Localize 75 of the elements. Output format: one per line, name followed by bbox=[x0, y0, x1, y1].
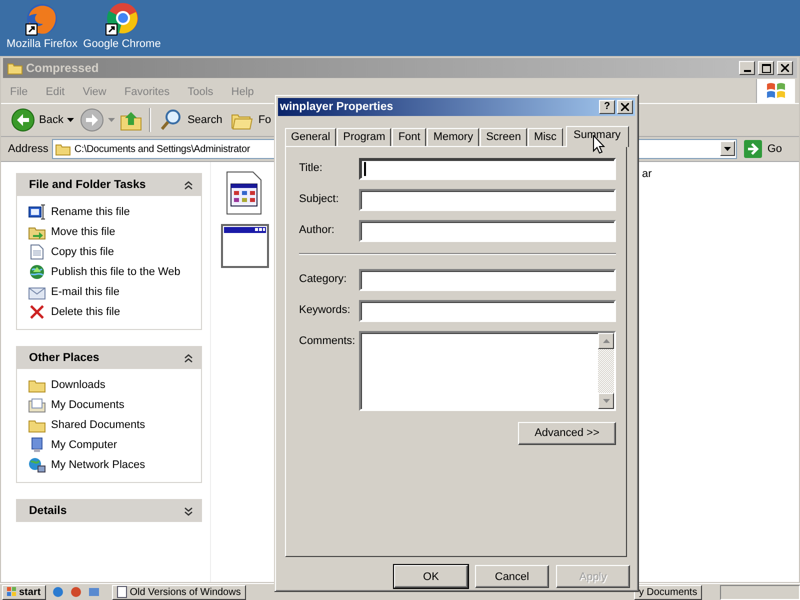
fox-globe-icon bbox=[25, 2, 59, 36]
task-link[interactable]: Downloads bbox=[51, 379, 106, 391]
folder-documents-icon bbox=[28, 397, 46, 413]
task-link[interactable]: Move this file bbox=[51, 226, 116, 238]
tab[interactable]: Misc bbox=[528, 128, 563, 146]
tab[interactable]: General bbox=[285, 128, 336, 146]
desktop-icon-label[interactable]: Mozilla Firefox bbox=[6, 38, 78, 50]
input-field[interactable] bbox=[359, 220, 616, 242]
task-link[interactable]: Delete this file bbox=[51, 306, 120, 318]
field-label: Comments: bbox=[299, 334, 356, 347]
address-label: Address bbox=[8, 143, 48, 155]
search-button[interactable]: Search bbox=[157, 106, 224, 134]
input-field[interactable] bbox=[359, 268, 616, 291]
close-button[interactable] bbox=[617, 100, 633, 114]
globe-icon bbox=[28, 264, 46, 280]
caret-icon bbox=[67, 118, 74, 122]
minimize-button[interactable] bbox=[739, 61, 755, 75]
search-icon bbox=[159, 108, 184, 132]
input-field[interactable] bbox=[359, 188, 616, 211]
input-field[interactable] bbox=[359, 300, 616, 322]
desktop-icon-label[interactable]: Google Chrome bbox=[83, 38, 161, 50]
maximize-icon bbox=[762, 64, 770, 72]
field-label: Subject: bbox=[299, 192, 340, 205]
taskbar-button[interactable]: y Documents bbox=[634, 584, 702, 600]
caret-icon bbox=[724, 146, 732, 150]
field-label: Author: bbox=[299, 222, 336, 236]
window-title: Compressed bbox=[26, 61, 100, 75]
tab[interactable]: Memory bbox=[427, 128, 480, 146]
task-link[interactable]: Rename this file bbox=[51, 206, 130, 218]
round-wheel-icon bbox=[105, 2, 139, 36]
dialog-button[interactable]: Cancel bbox=[475, 565, 549, 588]
folder-icon bbox=[7, 61, 23, 75]
flag-logo-icon bbox=[765, 81, 787, 101]
field-label: Keywords: bbox=[299, 302, 352, 316]
field-label: Title: bbox=[299, 160, 324, 174]
close-icon bbox=[28, 304, 46, 320]
expand-chevron-icon[interactable] bbox=[184, 506, 193, 516]
task-link[interactable]: Shared Documents bbox=[51, 419, 146, 431]
task-link[interactable]: Copy this file bbox=[51, 246, 114, 258]
window-file-icon[interactable] bbox=[221, 224, 269, 268]
caret-icon bbox=[108, 118, 116, 122]
task-link[interactable]: My Computer bbox=[51, 439, 118, 451]
document-icon bbox=[28, 244, 46, 260]
network-globe-icon bbox=[28, 457, 46, 473]
collapse-chevron-icon[interactable] bbox=[184, 354, 193, 362]
close-icon bbox=[781, 64, 789, 72]
field-label: Category: bbox=[299, 272, 348, 285]
task-link[interactable]: My Documents bbox=[51, 399, 124, 411]
panel-title[interactable]: Details bbox=[29, 505, 67, 517]
dialog-title: winplayer Properties bbox=[280, 100, 394, 113]
collapse-chevron-icon[interactable] bbox=[184, 180, 193, 190]
go-button[interactable]: Go bbox=[741, 139, 796, 159]
start-button[interactable]: start bbox=[2, 584, 46, 600]
back-button[interactable]: Back bbox=[9, 106, 76, 134]
file-name[interactable]: ar bbox=[642, 168, 652, 180]
folder-icon bbox=[55, 142, 72, 156]
task-link[interactable]: Publish this file to the Web bbox=[51, 266, 180, 278]
dialog-button[interactable]: OK bbox=[394, 565, 468, 588]
close-button[interactable] bbox=[777, 61, 793, 75]
task-link[interactable]: E-mail this file bbox=[51, 286, 120, 298]
dropdown-button[interactable] bbox=[720, 141, 736, 156]
flag-logo-icon bbox=[7, 587, 17, 597]
tab[interactable]: Summary bbox=[566, 126, 629, 147]
task-link[interactable]: My Network Places bbox=[51, 459, 146, 471]
advanced-button[interactable]: Advanced >> bbox=[518, 422, 616, 445]
maximize-button[interactable] bbox=[758, 61, 774, 75]
rename-icon bbox=[28, 204, 46, 220]
help-button[interactable]: ? bbox=[599, 100, 615, 114]
folders-button[interactable]: Fo bbox=[228, 106, 274, 134]
tab[interactable]: Screen bbox=[480, 128, 527, 146]
tab[interactable]: Font bbox=[392, 128, 426, 146]
close-icon bbox=[621, 102, 629, 111]
input-field[interactable] bbox=[359, 158, 616, 180]
taskbar-button[interactable]: Old Versions of Windows bbox=[112, 584, 246, 600]
tab[interactable]: Program bbox=[337, 128, 392, 146]
